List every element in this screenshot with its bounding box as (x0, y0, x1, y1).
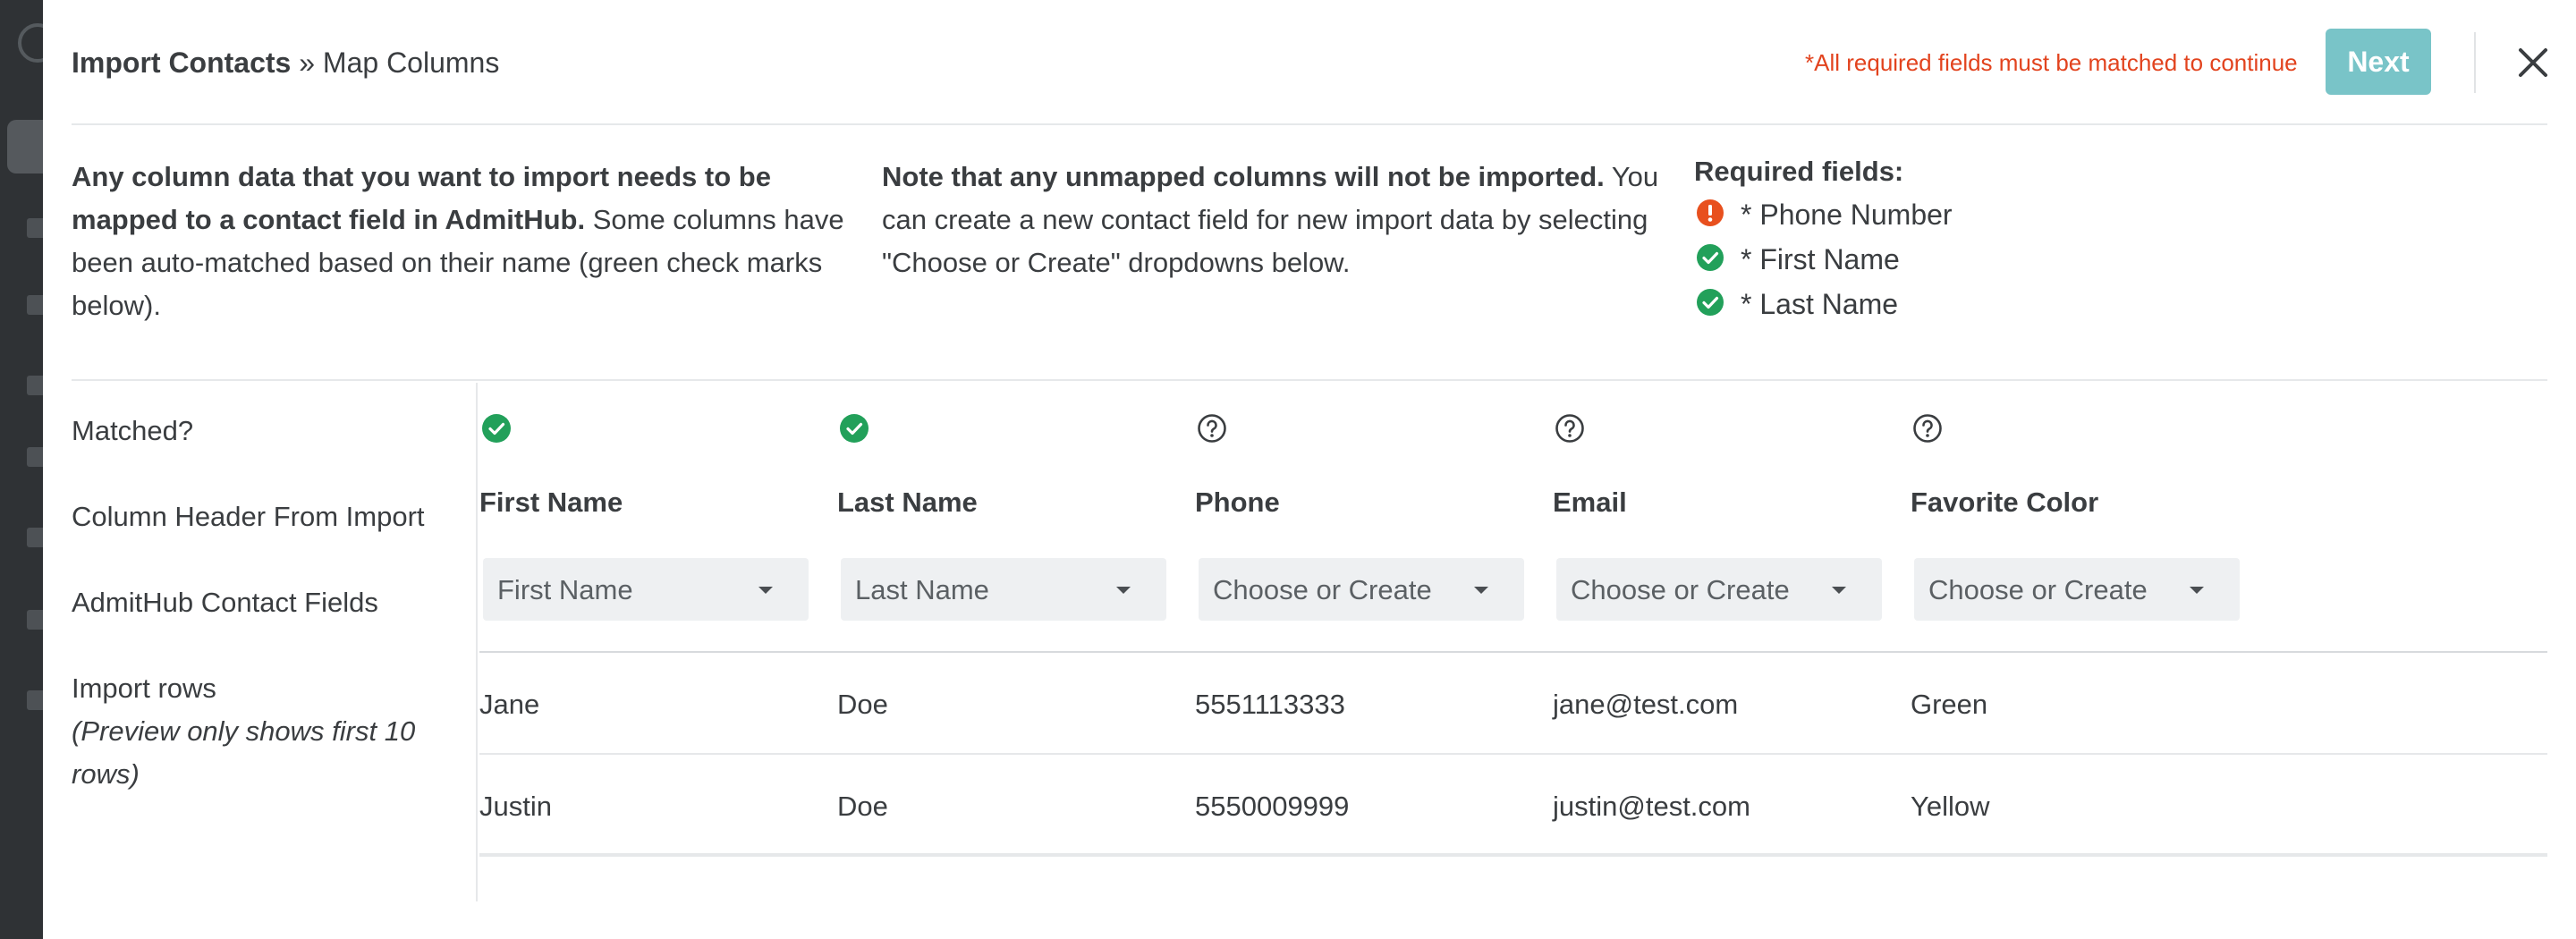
required-field-item: * Phone Number (1694, 191, 2141, 236)
check-circle-icon (482, 414, 511, 443)
header-divider (2474, 32, 2476, 93)
mapping-column: Phone Choose or Create (1195, 383, 1553, 669)
table-cell: Doe (837, 689, 888, 720)
mapping-column: Last Name Last Name (837, 383, 1195, 669)
caret-down-icon (1474, 587, 1488, 594)
unmapped-note-bold: Note that any unmapped columns will not … (882, 161, 1605, 192)
table-row: Jane Doe 5551113333 jane@test.com Green (479, 653, 2547, 755)
row-labels: Matched? Column Header From Import Admit… (72, 383, 478, 901)
select-value: First Name (497, 574, 633, 605)
question-circle-icon (1555, 414, 1584, 443)
required-fields-list: Required fields: * Phone Number * First … (1694, 152, 2141, 326)
table-cell: Jane (479, 689, 540, 720)
column-header-label: Column Header From Import (72, 501, 425, 532)
table-cell: Yellow (1911, 791, 1990, 822)
modal-header: Import Contacts » Map Columns *All requi… (72, 0, 2547, 125)
table-cell: 5550009999 (1195, 791, 1350, 822)
check-circle-icon (1697, 289, 1724, 316)
required-fields-title: Required fields: (1694, 156, 1904, 187)
caret-down-icon (1832, 587, 1846, 594)
select-value: Choose or Create (1213, 574, 1432, 605)
import-rows-title: Import rows (72, 673, 216, 704)
close-icon (2519, 48, 2547, 77)
required-field-item: * Last Name (1694, 281, 2141, 326)
column-header: Favorite Color (1911, 486, 2099, 518)
select-value: Choose or Create (1571, 574, 1790, 605)
contact-field-select[interactable]: First Name (483, 558, 809, 621)
required-field-label: * Phone Number (1741, 199, 1953, 231)
instructions-section: Any column data that you want to import … (72, 127, 2547, 381)
import-contacts-modal: Import Contacts » Map Columns *All requi… (43, 0, 2576, 939)
column-header: Last Name (837, 486, 978, 518)
column-header: Email (1553, 486, 1627, 518)
column-mapping-table: Matched? Column Header From Import Admit… (72, 383, 2547, 901)
contact-fields-label: AdmitHub Contact Fields (72, 587, 378, 618)
mapping-column: Favorite Color Choose or Create (1911, 383, 2268, 669)
contact-field-select[interactable]: Choose or Create (1199, 558, 1524, 621)
required-field-item: * First Name (1694, 236, 2141, 281)
question-circle-icon (1913, 414, 1942, 443)
table-row: Justin Doe 5550009999 justin@test.com Ye… (479, 755, 2547, 857)
contact-field-select[interactable]: Last Name (841, 558, 1166, 621)
caret-down-icon (1116, 587, 1131, 594)
close-button[interactable] (2512, 41, 2555, 84)
table-cell: 5551113333 (1195, 689, 1345, 720)
required-fields-warning: *All required fields must be matched to … (1805, 49, 2298, 76)
select-value: Choose or Create (1928, 574, 2148, 605)
unmapped-note: Note that any unmapped columns will not … (882, 156, 1687, 284)
next-button[interactable]: Next (2326, 29, 2431, 95)
caret-down-icon (758, 587, 773, 594)
import-rows-label: Import rows (Preview only shows first 10… (72, 667, 456, 796)
mapping-column: First Name First Name (479, 383, 837, 669)
table-cell: justin@test.com (1553, 791, 1750, 822)
column-header: Phone (1195, 486, 1280, 518)
import-rows-note: (Preview only shows first 10 rows) (72, 715, 416, 790)
mapping-column: Email Choose or Create (1553, 383, 1911, 669)
matched-label: Matched? (72, 415, 194, 446)
question-circle-icon (1198, 414, 1226, 443)
title-step: » Map Columns (291, 47, 500, 79)
title-primary: Import Contacts (72, 47, 292, 79)
check-circle-icon (1697, 244, 1724, 271)
caret-down-icon (2190, 587, 2204, 594)
background-sidebar (0, 0, 61, 939)
mapping-instructions: Any column data that you want to import … (72, 156, 877, 327)
required-field-label: * Last Name (1741, 288, 1899, 320)
contact-field-select[interactable]: Choose or Create (1914, 558, 2240, 621)
table-cell: jane@test.com (1553, 689, 1739, 720)
select-value: Last Name (855, 574, 989, 605)
mapping-columns: First Name First Name Last Name Last Nam… (479, 383, 2547, 901)
page-title: Import Contacts » Map Columns (72, 45, 499, 80)
alert-icon (1697, 199, 1724, 226)
column-header: First Name (479, 486, 623, 518)
contact-field-select[interactable]: Choose or Create (1556, 558, 1882, 621)
check-circle-icon (840, 414, 869, 443)
required-field-label: * First Name (1741, 243, 1900, 275)
table-cell: Doe (837, 791, 888, 822)
table-cell: Justin (479, 791, 552, 822)
table-cell: Green (1911, 689, 1988, 720)
